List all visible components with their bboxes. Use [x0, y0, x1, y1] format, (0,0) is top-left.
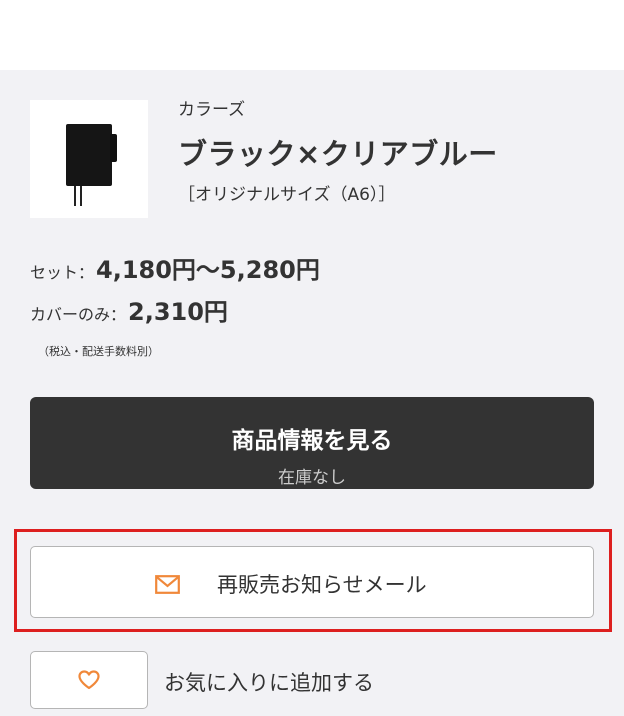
notebook-cover-image — [66, 124, 112, 186]
series-label: カラーズ — [178, 100, 246, 120]
cover-price-row: カバーのみ：2,310円 — [30, 292, 228, 327]
stock-status: 在庫なし — [278, 468, 346, 488]
add-favorite-button[interactable] — [30, 651, 148, 709]
set-price-value: 4,180円〜5,280円 — [96, 256, 320, 284]
restock-notification-label: 再販売お知らせメール — [217, 573, 427, 597]
set-price-label: セット： — [30, 263, 95, 282]
product-name: ブラック×クリアブルー — [178, 137, 498, 171]
mail-icon — [155, 575, 180, 594]
bookmark-string — [80, 186, 82, 206]
heart-icon — [78, 670, 100, 690]
cover-price-label: カバーのみ： — [30, 305, 127, 324]
top-spacer — [0, 0, 624, 70]
add-favorite-label[interactable]: お気に入りに追加する — [164, 667, 374, 697]
set-price-row: セット：4,180円〜5,280円 — [30, 250, 320, 285]
product-detail-button[interactable]: 商品情報を見る 在庫なし — [30, 397, 594, 489]
product-size: ［オリジナルサイズ（A6）］ — [178, 185, 396, 205]
tax-note: （税込・配送手数料別） — [38, 345, 159, 358]
restock-notification-button[interactable]: 再販売お知らせメール — [30, 546, 594, 618]
product-detail-label: 商品情報を見る — [231, 428, 393, 454]
bookmark-string — [74, 186, 76, 206]
notebook-band — [110, 134, 117, 162]
cover-price-value: 2,310円 — [128, 298, 228, 326]
product-thumbnail[interactable] — [30, 100, 148, 218]
